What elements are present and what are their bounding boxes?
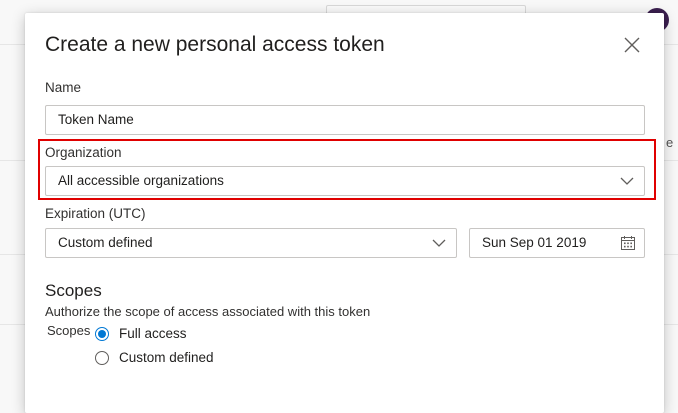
background-text-fragment: e: [666, 135, 674, 150]
expiration-selected-value: Custom defined: [58, 235, 153, 250]
scope-radio-full-access[interactable]: Full access: [95, 326, 187, 341]
expiration-date-picker[interactable]: Sun Sep 01 2019: [469, 228, 645, 258]
scopes-label: Scopes: [47, 323, 91, 338]
radio-checked-icon[interactable]: [95, 326, 109, 341]
calendar-icon[interactable]: [620, 235, 636, 251]
expiration-dropdown[interactable]: Custom defined: [45, 228, 457, 258]
scope-radio-label: Custom defined: [119, 350, 214, 365]
close-icon: [624, 37, 640, 53]
expiration-date-value: Sun Sep 01 2019: [482, 235, 587, 250]
radio-unchecked-icon[interactable]: [95, 350, 109, 365]
scopes-heading: Scopes: [45, 281, 102, 300]
organization-label: Organization: [45, 145, 122, 160]
name-input-value: Token Name: [58, 112, 134, 127]
scope-radio-custom-defined[interactable]: Custom defined: [95, 350, 214, 365]
scopes-description: Authorize the scope of access associated…: [45, 304, 371, 319]
scope-radio-label: Full access: [119, 326, 187, 341]
organization-selected-value: All accessible organizations: [58, 173, 224, 188]
chevron-down-icon: [620, 177, 634, 185]
organization-dropdown[interactable]: All accessible organizations: [45, 166, 645, 196]
create-token-dialog: Create a new personal access token Name …: [25, 13, 664, 413]
name-label: Name: [45, 80, 82, 95]
dialog-title: Create a new personal access token: [45, 33, 385, 56]
expiration-label: Expiration (UTC): [45, 206, 146, 221]
close-button[interactable]: [622, 35, 642, 55]
chevron-down-icon: [432, 239, 446, 247]
name-input[interactable]: Token Name: [45, 105, 645, 135]
